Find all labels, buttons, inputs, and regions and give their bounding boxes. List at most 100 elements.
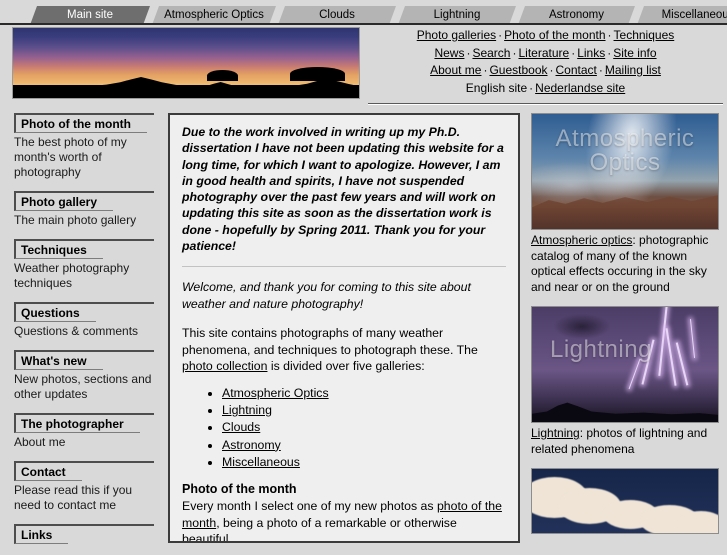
banner-shrub-icon — [206, 70, 238, 82]
main-content-panel: Due to the work involved in writing up m… — [168, 113, 520, 543]
tab-label: Miscellaneous — [661, 9, 727, 21]
nav-separator: · — [529, 80, 534, 95]
caption-atmospheric-optics: Atmospheric optics: photographic catalog… — [531, 230, 719, 295]
sidebar-item-the-photographer[interactable]: The photographer About me — [14, 413, 154, 450]
tab-label: Astronomy — [549, 9, 604, 21]
nav-link-nederlandse-site[interactable]: Nederlandse site — [535, 81, 625, 95]
tab-list: Main site Atmospheric Optics Clouds Ligh… — [30, 3, 727, 25]
tab-label: Atmospheric Optics — [164, 9, 264, 21]
nav-link-links[interactable]: Links — [577, 46, 605, 60]
sidebar-heading: Photo of the month — [14, 113, 154, 133]
sidebar-heading: The photographer — [14, 413, 154, 433]
nav-row: News · Search · Literature · Links · Site info — [368, 45, 723, 63]
sidebar-heading: Links — [14, 524, 154, 544]
sidebar-item-desc: Questions & comments — [14, 324, 139, 338]
list-item[interactable]: Atmospheric Optics — [222, 385, 506, 401]
potm-text-part1: Every month I select one of my new photo… — [182, 499, 437, 514]
sidebar-heading: Questions — [14, 302, 154, 322]
sidebar-item-techniques[interactable]: Techniques Weather photography technique… — [14, 239, 154, 291]
sidebar-item-title: The photographer — [14, 415, 140, 433]
sidebar-item-desc: Please read this if you need to contact … — [14, 483, 133, 512]
thumbnail-overlay-line2: Optics — [589, 149, 661, 176]
nav-separator: · — [607, 28, 612, 42]
gallery-link-miscellaneous[interactable]: Miscellaneous — [222, 455, 300, 469]
banner-image — [12, 27, 360, 99]
list-item[interactable]: Astronomy — [222, 437, 506, 453]
caption-link-lightning[interactable]: Lightning — [531, 426, 580, 440]
content-area: Photo of the month The best photo of my … — [0, 113, 727, 545]
sidebar-item-whats-new[interactable]: What's new New photos, sections and othe… — [14, 350, 154, 402]
thumbnail-clouds[interactable] — [531, 468, 719, 534]
list-item[interactable]: Miscellaneous — [222, 454, 506, 470]
nav-row: About me · Guestbook · Contact · Mailing list — [368, 62, 723, 80]
tab-label: Lightning — [433, 9, 481, 21]
gallery-list: Atmospheric Optics Lightning Clouds Astr… — [182, 385, 506, 470]
sidebar-item-links[interactable]: Links — [14, 524, 154, 544]
nav-link-photo-galleries[interactable]: Photo galleries — [417, 28, 496, 42]
potm-text-part2: , being a photo of a remarkable or other… — [182, 515, 457, 543]
nav-label-english-site: English site — [465, 80, 528, 95]
nav-link-techniques[interactable]: Techniques — [614, 28, 675, 42]
nav-link-guestbook[interactable]: Guestbook — [489, 63, 547, 77]
gallery-link-lightning[interactable]: Lightning — [222, 403, 272, 417]
nav-row: Photo galleries · Photo of the month · Techn… — [368, 27, 723, 45]
nav-link-news[interactable]: News — [434, 46, 464, 60]
nav-link-about-me[interactable]: About me — [430, 63, 481, 77]
sidebar-item-title: Photo of the month — [14, 115, 147, 133]
thumbnail-lightning[interactable]: Lightning — [531, 306, 719, 423]
gallery-link-clouds[interactable]: Clouds — [222, 420, 260, 434]
nav-separator: · — [607, 45, 612, 60]
nav-link-contact[interactable]: Contact — [556, 63, 597, 77]
sidebar-item-questions[interactable]: Questions Questions & comments — [14, 302, 154, 339]
nav-link-mailing-list[interactable]: Mailing list — [605, 63, 661, 77]
gallery-link-astronomy[interactable]: Astronomy — [222, 438, 281, 452]
gallery-link-atmospheric-optics[interactable]: Atmospheric Optics — [222, 386, 329, 400]
sidebar-heading: Contact — [14, 461, 154, 481]
banner-shrub-icon — [289, 67, 346, 82]
site-notice: Due to the work involved in writing up m… — [182, 125, 504, 254]
thumbnail-overlay-line1: Atmospheric — [555, 125, 695, 152]
sidebar-heading: Photo gallery — [14, 191, 154, 211]
nav-separator: · — [571, 45, 576, 60]
tab-label: Main site — [66, 9, 114, 21]
sidebar-item-desc: The best photo of my month's worth of ph… — [14, 135, 127, 179]
sidebar-item-photo-of-the-month[interactable]: Photo of the month The best photo of my … — [14, 113, 154, 180]
site-header: Photo galleries · Photo of the month · Techn… — [0, 25, 727, 113]
sidebar-item-title: Photo gallery — [14, 193, 114, 211]
nav-separator: · — [598, 63, 603, 77]
list-item[interactable]: Lightning — [222, 402, 506, 418]
welcome-text: Welcome, and thank you for coming to thi… — [182, 280, 471, 311]
sidebar-item-desc: Weather photography techniques — [14, 261, 130, 290]
nav-separator: · — [466, 45, 471, 60]
photo-collection-link[interactable]: photo collection — [182, 359, 267, 373]
nav-link-literature[interactable]: Literature — [518, 46, 569, 60]
header-navigation: Photo galleries · Photo of the month · Techn… — [368, 27, 723, 97]
intro-text-part2: is divided over five galleries: — [267, 359, 425, 374]
sidebar-heading: Techniques — [14, 239, 154, 259]
sidebar-item-desc: New photos, sections and other updates — [14, 372, 152, 401]
nav-link-photo-of-the-month[interactable]: Photo of the month — [504, 28, 605, 42]
header-divider — [368, 103, 723, 105]
right-column: Atmospheric Optics Atmospheric optics: p… — [531, 113, 719, 534]
sidebar-item-title: Questions — [14, 304, 96, 322]
thumbnail-atmospheric-optics[interactable]: Atmospheric Optics — [531, 113, 719, 230]
sidebar-item-title: Contact — [14, 463, 82, 481]
nav-separator: · — [549, 63, 554, 77]
nav-link-site-info[interactable]: Site info — [613, 46, 656, 60]
caption-link-atmospheric-optics[interactable]: Atmospheric optics — [531, 233, 632, 247]
sidebar-item-title: Techniques — [14, 241, 103, 259]
sidebar-item-photo-gallery[interactable]: Photo gallery The main photo gallery — [14, 191, 154, 228]
sidebar: Photo of the month The best photo of my … — [14, 113, 154, 555]
cloud-puff-icon — [677, 511, 718, 533]
intro-paragraph: This site contains photographs of many w… — [182, 325, 506, 375]
thumbnail-overlay-line1: Lightning — [550, 336, 652, 363]
nav-link-search[interactable]: Search — [472, 46, 510, 60]
tab-label: Clouds — [319, 9, 355, 21]
tab-bar: Main site Atmospheric Optics Clouds Ligh… — [0, 0, 727, 25]
photo-of-the-month-paragraph: Every month I select one of my new photo… — [182, 498, 506, 543]
sidebar-heading: What's new — [14, 350, 154, 370]
sidebar-item-desc: About me — [14, 435, 66, 449]
list-item[interactable]: Clouds — [222, 419, 506, 435]
sidebar-item-title: Links — [14, 526, 69, 544]
sidebar-item-contact[interactable]: Contact Please read this if you need to … — [14, 461, 154, 513]
